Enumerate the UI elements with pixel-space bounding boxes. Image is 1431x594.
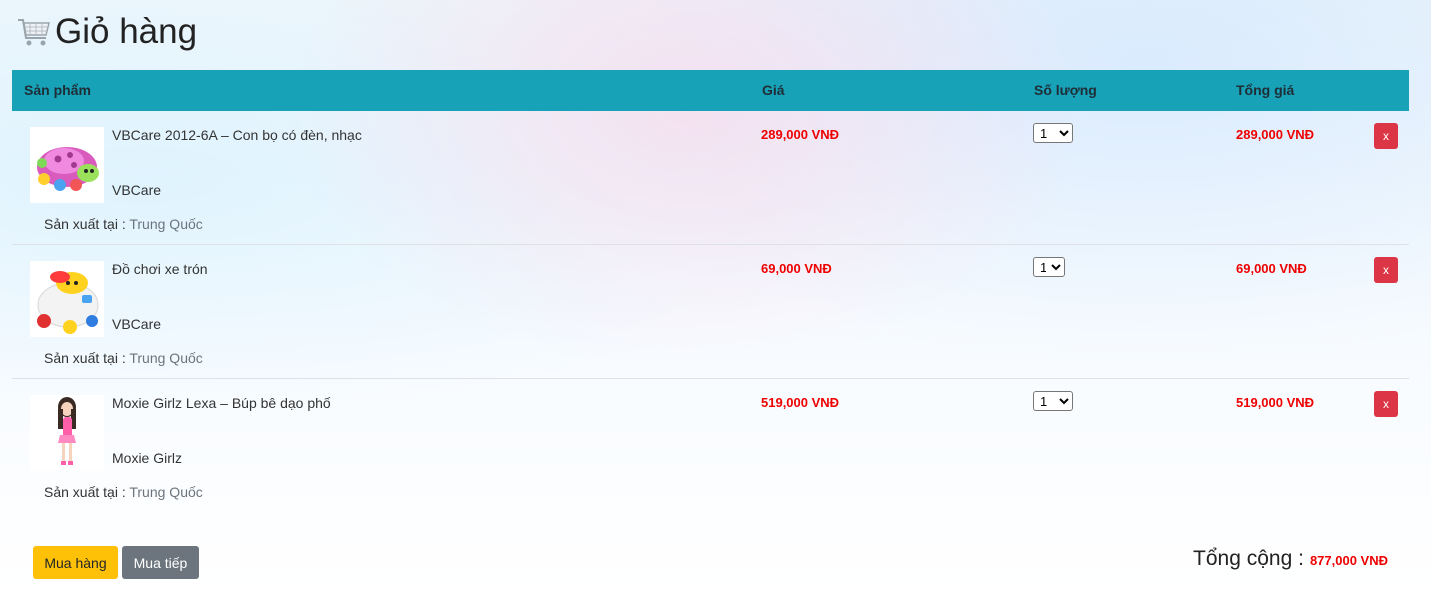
product-origin: Sản xuất tại : Trung Quốc	[44, 216, 203, 232]
checkout-button[interactable]: Mua hàng	[33, 546, 118, 579]
origin-label: Sản xuất tại	[44, 350, 118, 366]
remove-item-button[interactable]: x	[1374, 257, 1398, 283]
header-total: Tổng giá	[1236, 82, 1295, 98]
toy-car-image	[30, 261, 104, 337]
product-price: 519,000 VNĐ	[761, 395, 840, 410]
quantity-select[interactable]: 1	[1033, 123, 1073, 143]
origin-value: Trung Quốc	[129, 350, 203, 366]
origin-value: Trung Quốc	[129, 484, 203, 500]
page-title: Giỏ hàng	[55, 12, 198, 51]
table-row: VBCare 2012-6A – Con bọ có đèn, nhạc VBC…	[12, 111, 1409, 245]
header-product: Sản phẩm	[24, 82, 91, 98]
grand-total: Tổng cộng : 877,000 VNĐ	[1193, 547, 1388, 571]
origin-separator: :	[117, 216, 130, 232]
product-name[interactable]: Đồ chơi xe trón	[112, 261, 208, 277]
quantity-select[interactable]: 1	[1033, 391, 1073, 411]
header-price: Giá	[762, 82, 785, 98]
grand-total-label: Tổng cộng :	[1193, 547, 1304, 570]
product-name[interactable]: VBCare 2012-6A – Con bọ có đèn, nhạc	[112, 127, 362, 143]
table-row: Đồ chơi xe trón VBCare Sản xuất tại : Tr…	[12, 245, 1409, 379]
remove-item-button[interactable]: x	[1374, 123, 1398, 149]
header-quantity: Số lượng	[1034, 82, 1097, 98]
toy-ladybug-image	[30, 127, 104, 203]
product-brand: VBCare	[112, 182, 162, 198]
product-brand: VBCare	[112, 316, 162, 332]
product-price: 69,000 VNĐ	[761, 261, 832, 276]
remove-item-button[interactable]: x	[1374, 391, 1398, 417]
origin-label: Sản xuất tại	[44, 216, 118, 232]
doll-image	[30, 395, 104, 471]
shopping-cart-icon	[18, 19, 50, 46]
origin-value: Trung Quốc	[129, 216, 203, 232]
product-brand: Moxie Girlz	[112, 450, 183, 466]
quantity-select[interactable]: 1	[1033, 257, 1065, 277]
line-total: 519,000 VNĐ	[1236, 395, 1315, 410]
origin-label: Sản xuất tại	[44, 484, 118, 500]
table-header: Sản phẩm Giá Số lượng Tổng giá	[12, 70, 1409, 111]
table-row: Moxie Girlz Lexa – Búp bê dạo phố Moxie …	[12, 379, 1409, 512]
grand-total-value: 877,000 VNĐ	[1309, 553, 1388, 568]
cart-table: Sản phẩm Giá Số lượng Tổng giá VBCare 20…	[12, 70, 1409, 512]
product-origin: Sản xuất tại : Trung Quốc	[44, 484, 203, 500]
product-origin: Sản xuất tại : Trung Quốc	[44, 350, 203, 366]
page-header: Giỏ hàng	[16, 10, 197, 54]
continue-shopping-button[interactable]: Mua tiếp	[122, 546, 199, 579]
origin-separator: :	[117, 350, 130, 366]
product-name[interactable]: Moxie Girlz Lexa – Búp bê dạo phố	[112, 395, 331, 411]
origin-separator: :	[117, 484, 130, 500]
product-price: 289,000 VNĐ	[761, 127, 840, 142]
line-total: 69,000 VNĐ	[1236, 261, 1307, 276]
line-total: 289,000 VNĐ	[1236, 127, 1315, 142]
